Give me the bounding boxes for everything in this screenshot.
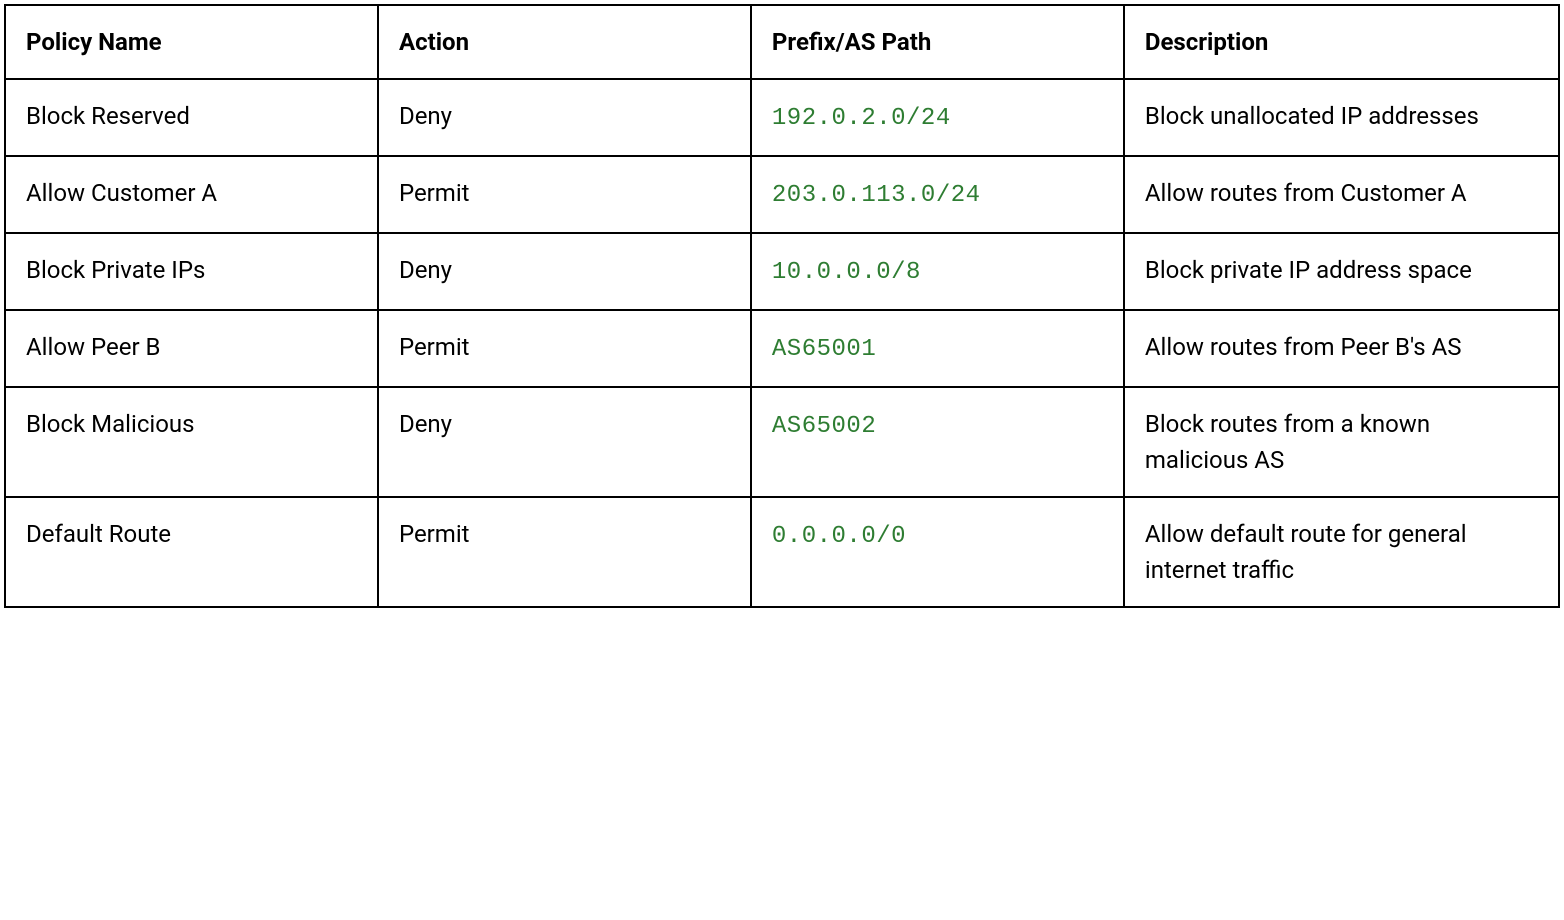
header-action: Action [378,5,751,79]
header-policy-name: Policy Name [5,5,378,79]
cell-prefix: 10.0.0.0/8 [751,233,1124,310]
table-row: Allow Customer A Permit 203.0.113.0/24 A… [5,156,1559,233]
table-header-row: Policy Name Action Prefix/AS Path Descri… [5,5,1559,79]
cell-policy-name: Default Route [5,497,378,607]
cell-action: Deny [378,233,751,310]
cell-description: Block unallocated IP addresses [1124,79,1559,156]
cell-description: Allow routes from Customer A [1124,156,1559,233]
policy-table: Policy Name Action Prefix/AS Path Descri… [4,4,1560,608]
cell-policy-name: Allow Peer B [5,310,378,387]
cell-policy-name: Block Reserved [5,79,378,156]
cell-description: Allow routes from Peer B's AS [1124,310,1559,387]
cell-action: Permit [378,156,751,233]
prefix-value: AS65001 [772,336,876,363]
cell-action: Deny [378,79,751,156]
prefix-value: 0.0.0.0/0 [772,523,906,550]
table-row: Allow Peer B Permit AS65001 Allow routes… [5,310,1559,387]
cell-prefix: 0.0.0.0/0 [751,497,1124,607]
cell-prefix: 192.0.2.0/24 [751,79,1124,156]
cell-prefix: 203.0.113.0/24 [751,156,1124,233]
cell-action: Permit [378,497,751,607]
header-description: Description [1124,5,1559,79]
table-row: Block Private IPs Deny 10.0.0.0/8 Block … [5,233,1559,310]
prefix-value: 10.0.0.0/8 [772,259,921,286]
table-row: Default Route Permit 0.0.0.0/0 Allow def… [5,497,1559,607]
table-row: Block Malicious Deny AS65002 Block route… [5,387,1559,497]
prefix-value: AS65002 [772,413,876,440]
header-prefix: Prefix/AS Path [751,5,1124,79]
cell-description: Block routes from a known malicious AS [1124,387,1559,497]
cell-prefix: AS65002 [751,387,1124,497]
cell-policy-name: Block Private IPs [5,233,378,310]
table-row: Block Reserved Deny 192.0.2.0/24 Block u… [5,79,1559,156]
cell-action: Permit [378,310,751,387]
prefix-value: 192.0.2.0/24 [772,105,951,132]
cell-policy-name: Block Malicious [5,387,378,497]
cell-prefix: AS65001 [751,310,1124,387]
cell-description: Block private IP address space [1124,233,1559,310]
cell-description: Allow default route for general internet… [1124,497,1559,607]
cell-action: Deny [378,387,751,497]
cell-policy-name: Allow Customer A [5,156,378,233]
prefix-value: 203.0.113.0/24 [772,182,981,209]
